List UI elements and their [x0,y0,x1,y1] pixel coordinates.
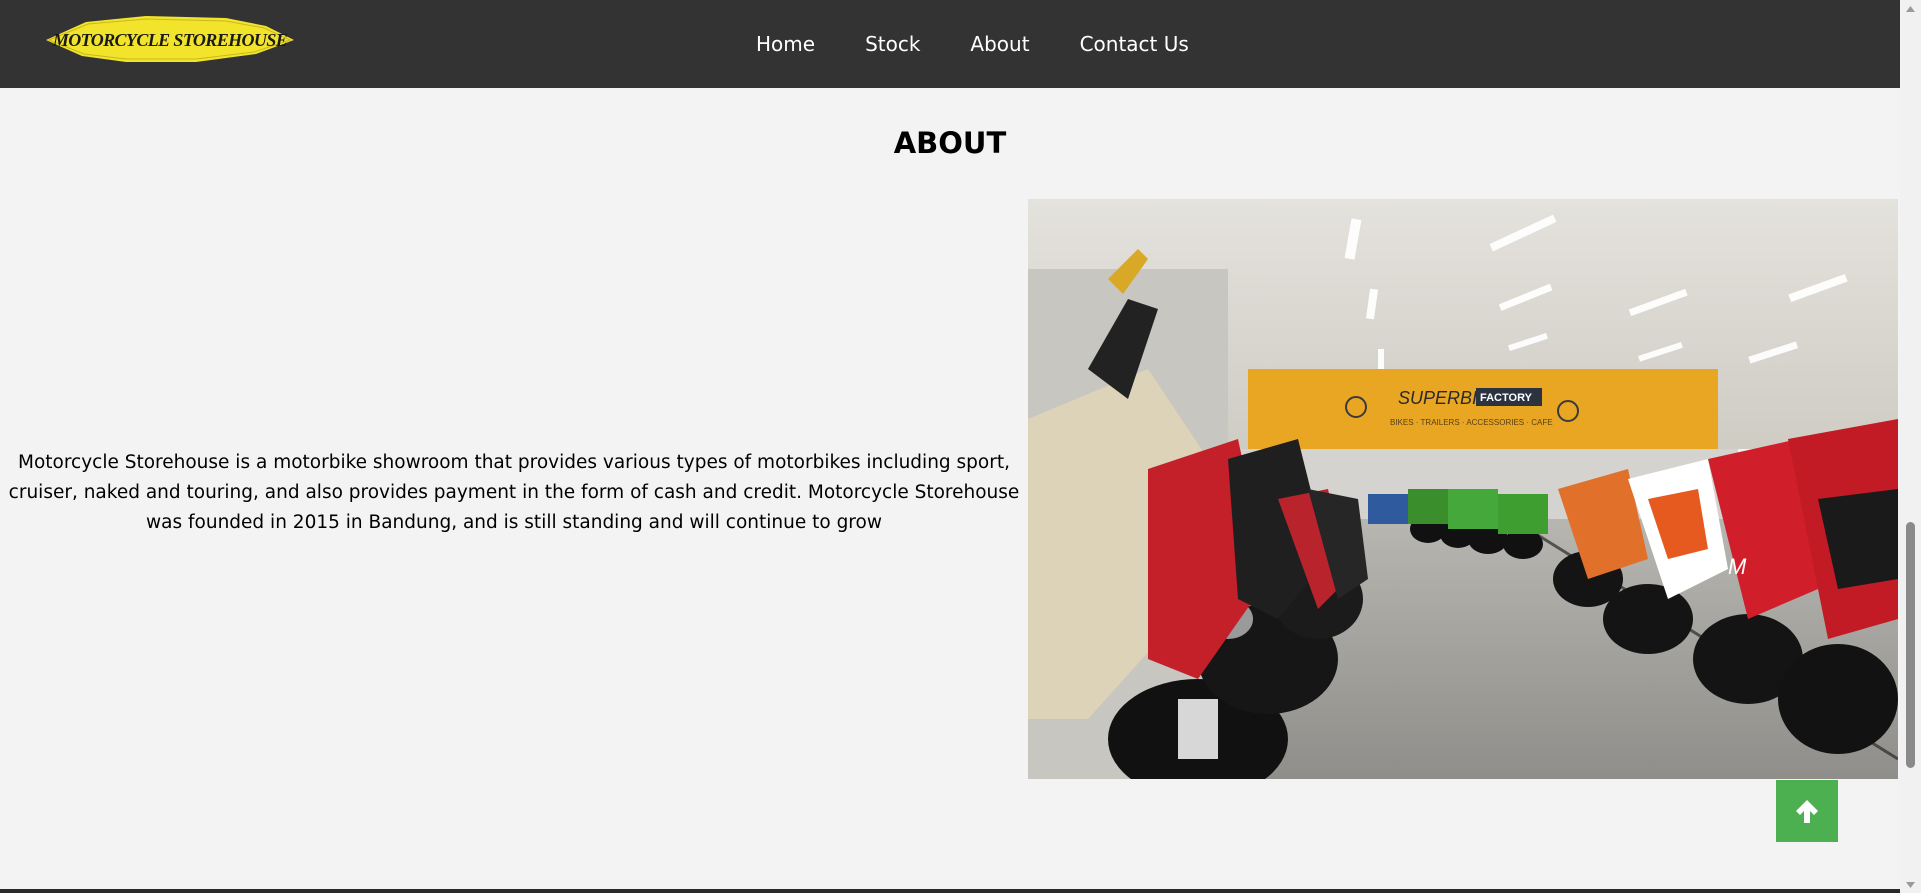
scrollbar-thumb[interactable] [1906,522,1915,768]
nav-home-link[interactable]: Home [756,32,815,56]
svg-text:M: M [1728,554,1747,579]
showroom-illustration: SUPERBIKE FACTORY BIKES · TRAILERS · ACC… [1028,199,1898,779]
showroom-image: SUPERBIKE FACTORY BIKES · TRAILERS · ACC… [1028,199,1898,779]
nav-stock-link[interactable]: Stock [865,32,920,56]
vertical-scrollbar[interactable] [1900,0,1921,893]
nav-about-link[interactable]: About [970,32,1029,56]
nav-contact-link[interactable]: Contact Us [1080,32,1189,56]
page: MOTORCYCLE STOREHOUSE Home Stock About C… [0,0,1921,893]
scroll-up-arrow-icon[interactable] [1900,0,1921,17]
site-logo[interactable]: MOTORCYCLE STOREHOUSE [46,14,294,66]
arrow-up-icon [1796,800,1818,823]
about-description: Motorcycle Storehouse is a motorbike sho… [8,452,1020,533]
scroll-down-arrow-icon[interactable] [1900,876,1921,893]
sign-factory-text: FACTORY [1480,392,1533,404]
about-title: ABOUT [893,126,1007,160]
back-to-top-button[interactable] [1776,780,1838,842]
navbar: MOTORCYCLE STOREHOUSE Home Stock About C… [0,0,1900,88]
main-nav: Home Stock About Contact Us [756,0,1239,88]
logo-text: MOTORCYCLE STOREHOUSE [52,30,288,50]
sign-sub-text: BIKES · TRAILERS · ACCESSORIES · CAFE [1390,418,1553,427]
page-bottom-edge [0,889,1900,893]
